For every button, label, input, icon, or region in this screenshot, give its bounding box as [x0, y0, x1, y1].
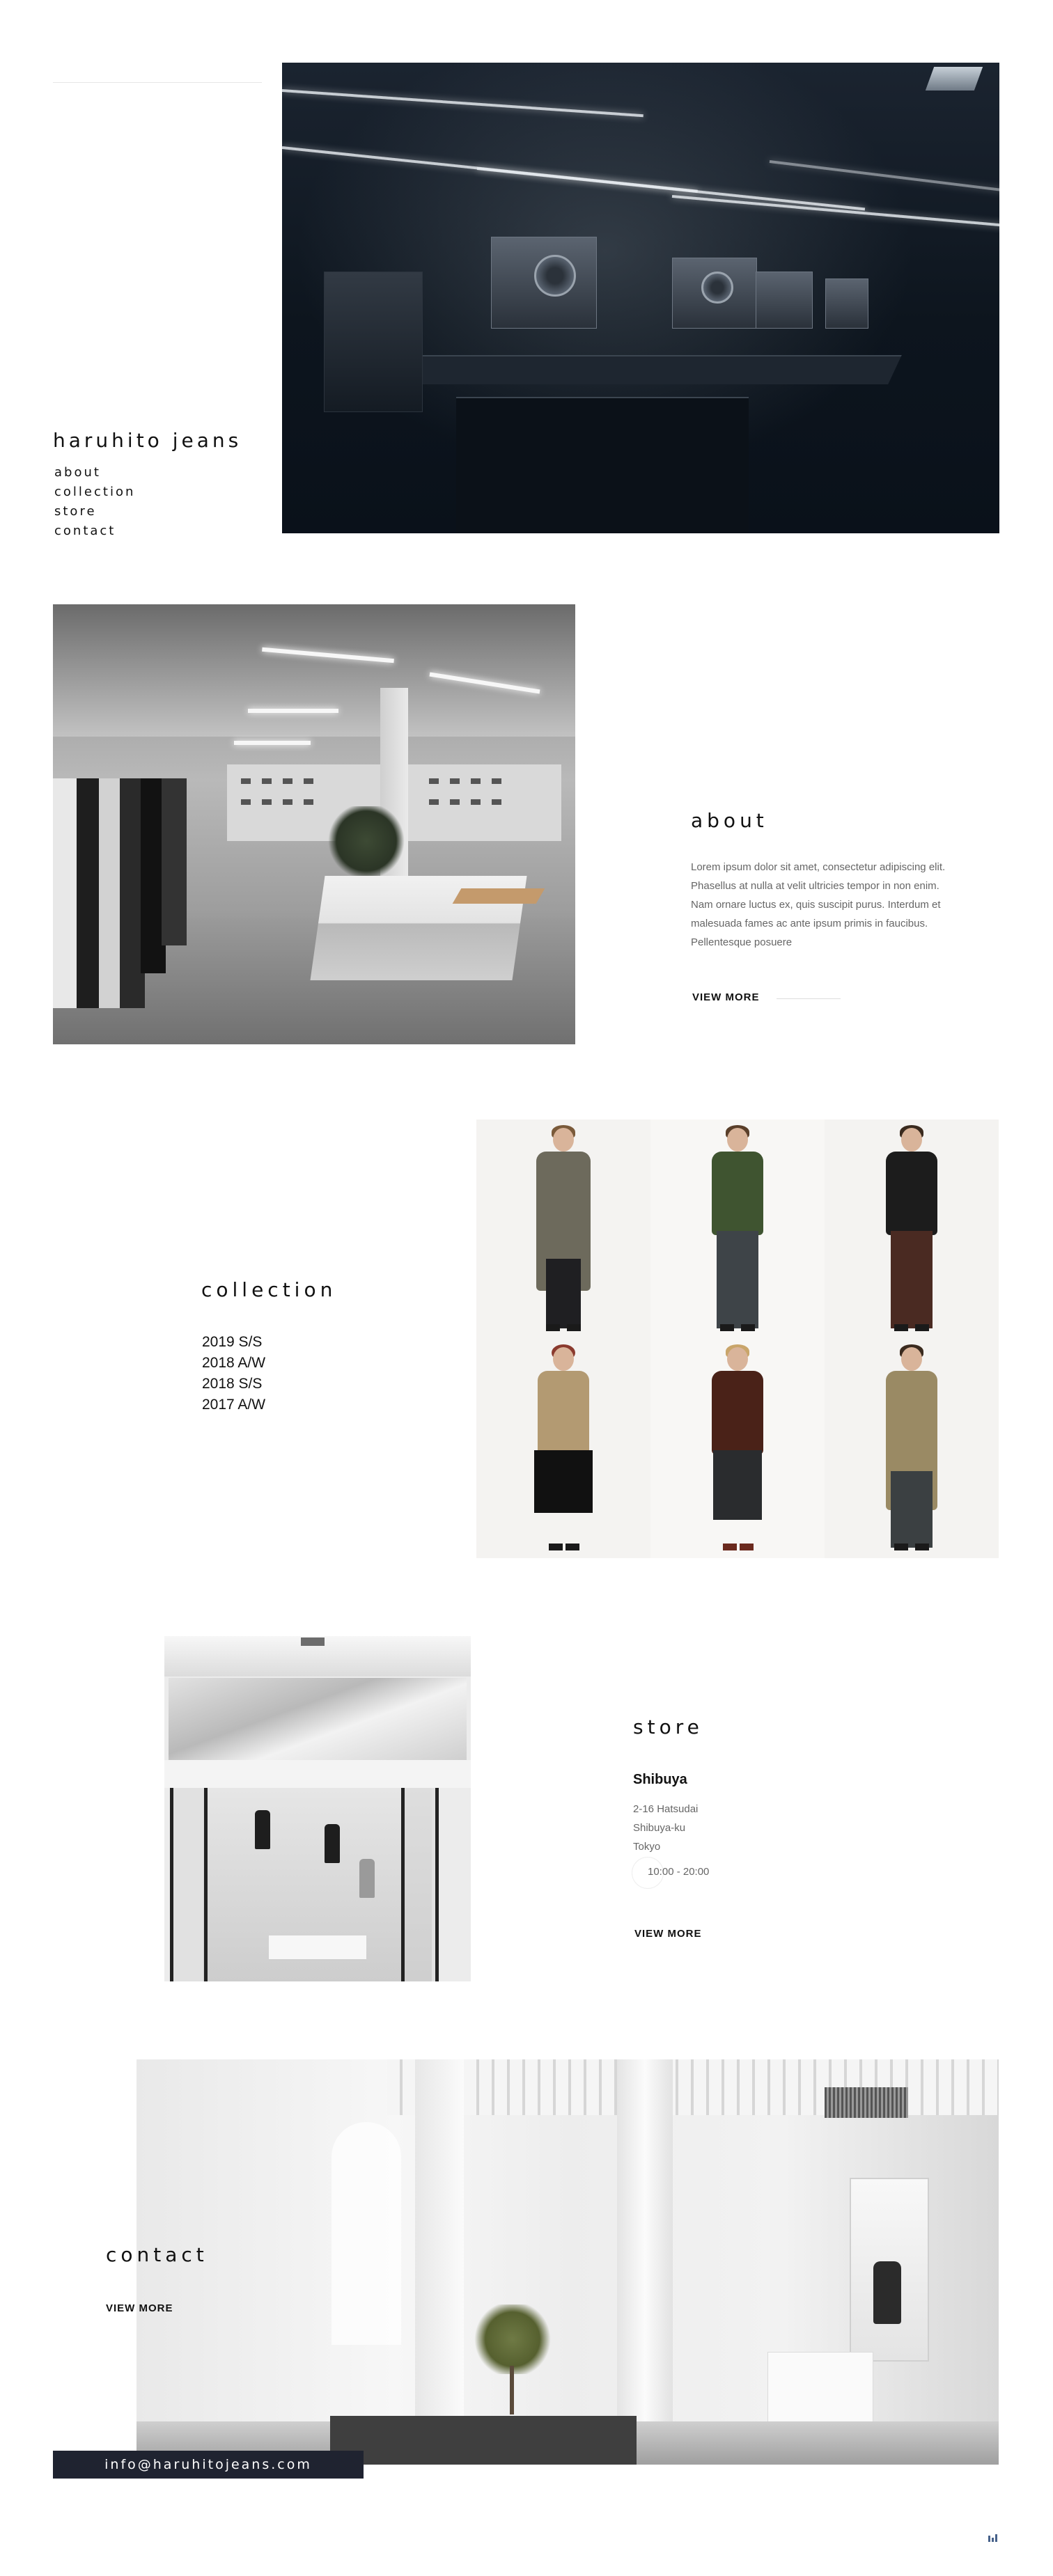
collection-title: collection — [201, 1278, 337, 1301]
about-title: about — [691, 809, 768, 832]
contact-view-more-link[interactable]: VIEW MORE — [106, 2302, 173, 2314]
about-image-showroom — [53, 604, 575, 1044]
collection-list: 2019 S/S 2018 A/W 2018 S/S 2017 A/W — [202, 1332, 265, 1415]
about-view-more-line — [777, 998, 841, 999]
page-mark-icon — [988, 2533, 999, 2543]
collection-lookbook-grid — [476, 1120, 999, 1558]
main-nav: about collection store contact — [54, 463, 135, 541]
lookbook-image[interactable] — [825, 1339, 999, 1558]
store-view-more-link[interactable]: VIEW MORE — [634, 1928, 702, 1940]
hero-image-factory — [282, 63, 999, 533]
lookbook-image[interactable] — [476, 1339, 650, 1558]
about-view-more-link[interactable]: VIEW MORE — [692, 991, 760, 1003]
store-name: Shibuya — [633, 1772, 687, 1787]
about-description: Lorem ipsum dolor sit amet, consectetur … — [691, 861, 946, 948]
lookbook-image[interactable] — [650, 1120, 825, 1339]
contact-image-interior — [136, 2059, 999, 2465]
lookbook-image[interactable] — [650, 1339, 825, 1558]
collection-item-2017-aw[interactable]: 2017 A/W — [202, 1395, 265, 1415]
brand-logo-text[interactable]: haruhito jeans — [53, 429, 242, 452]
store-title: store — [633, 1715, 703, 1738]
store-front-image — [164, 1636, 471, 1981]
store-address-line: Tokyo — [633, 1841, 661, 1853]
collection-item-2019-ss[interactable]: 2019 S/S — [202, 1332, 265, 1353]
collection-item-2018-aw[interactable]: 2018 A/W — [202, 1353, 265, 1374]
contact-email-link[interactable]: info@haruhitojeans.com — [53, 2451, 364, 2479]
store-address: 2-16 Hatsudai Shibuya-ku Tokyo — [633, 1800, 698, 1856]
nav-item-contact[interactable]: contact — [54, 521, 135, 541]
collection-item-2018-ss[interactable]: 2018 S/S — [202, 1374, 265, 1395]
nav-item-about[interactable]: about — [54, 463, 135, 482]
contact-title: contact — [106, 2243, 208, 2266]
store-address-line: 2-16 Hatsudai — [633, 1803, 699, 1815]
store-address-line: Shibuya-ku — [633, 1822, 686, 1834]
header-divider — [53, 82, 262, 83]
nav-item-store[interactable]: store — [54, 502, 135, 521]
nav-item-collection[interactable]: collection — [54, 482, 135, 502]
lookbook-image[interactable] — [825, 1120, 999, 1339]
store-hours: 10:00 - 20:00 — [648, 1866, 710, 1878]
lookbook-image[interactable] — [476, 1120, 650, 1339]
